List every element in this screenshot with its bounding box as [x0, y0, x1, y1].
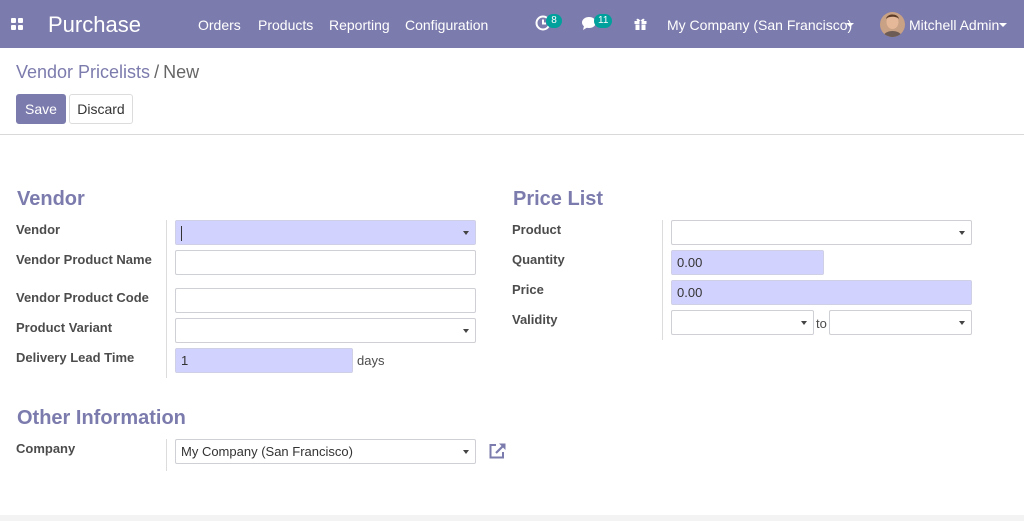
vendor-label-divider: [166, 220, 167, 378]
gift-icon[interactable]: [633, 16, 648, 31]
delivery-lead-time-label: Delivery Lead Time: [16, 350, 135, 365]
caret-down-icon: [463, 450, 469, 454]
vendor-label: Vendor: [16, 222, 61, 237]
caret-down-icon: [463, 329, 469, 333]
control-panel-divider: [0, 134, 1024, 135]
menu-configuration[interactable]: Configuration: [405, 17, 488, 33]
product-label: Product: [512, 222, 562, 237]
price-input[interactable]: 0.00: [671, 280, 972, 305]
discard-button[interactable]: Discard: [69, 94, 133, 124]
text-cursor: [181, 226, 182, 242]
company-label: Company: [16, 441, 76, 456]
menu-products[interactable]: Products: [258, 17, 313, 33]
quantity-label: Quantity: [512, 252, 565, 267]
external-link-icon[interactable]: [488, 442, 507, 460]
vendor-product-code-input[interactable]: [175, 288, 476, 313]
user-menu[interactable]: Mitchell Admin: [909, 17, 999, 33]
menu-orders[interactable]: Orders: [198, 17, 241, 33]
caret-down-icon: [959, 321, 965, 325]
quantity-input[interactable]: 0.00: [671, 250, 824, 275]
breadcrumb-current: New: [163, 62, 200, 82]
vendor-section-title: Vendor: [17, 188, 85, 210]
menu-reporting[interactable]: Reporting: [329, 17, 390, 33]
bottom-strip: [0, 515, 1024, 521]
vendor-product-code-label: Vendor Product Code: [16, 290, 149, 305]
validity-to-label: to: [816, 316, 827, 331]
pricelist-label-divider: [662, 220, 663, 340]
vendor-select[interactable]: [175, 220, 476, 245]
caret-down-icon[interactable]: [846, 23, 854, 27]
delivery-lead-time-unit: days: [357, 353, 385, 368]
product-select[interactable]: [671, 220, 972, 245]
avatar[interactable]: [880, 12, 905, 37]
caret-down-icon: [463, 231, 469, 235]
caret-down-icon: [959, 231, 965, 235]
activity-count-badge: 8: [546, 14, 562, 28]
breadcrumb-parent[interactable]: Vendor Pricelists: [16, 62, 150, 82]
company-switcher[interactable]: My Company (San Francisco): [667, 17, 852, 33]
other-info-section-title: Other Information: [17, 407, 186, 429]
company-value: My Company (San Francisco): [181, 444, 353, 459]
app-brand[interactable]: Purchase: [48, 12, 141, 38]
product-variant-label: Product Variant: [16, 320, 113, 335]
caret-down-icon: [801, 321, 807, 325]
apps-grid-icon[interactable]: [11, 18, 23, 30]
validity-label: Validity: [512, 312, 558, 327]
product-variant-select[interactable]: [175, 318, 476, 343]
breadcrumb-separator: /: [154, 62, 160, 82]
save-button[interactable]: Save: [16, 94, 66, 124]
breadcrumb: Vendor Pricelists / New: [16, 62, 199, 83]
other-label-divider: [166, 439, 167, 471]
messages-count-badge: 11: [594, 14, 613, 28]
vendor-product-name-input[interactable]: [175, 250, 476, 275]
caret-down-icon[interactable]: [999, 23, 1007, 27]
pricelist-section-title: Price List: [513, 188, 604, 210]
vendor-product-name-label: Vendor Product Name: [16, 252, 152, 267]
validity-from-date[interactable]: [671, 310, 814, 335]
price-label: Price: [512, 282, 544, 297]
delivery-lead-time-input[interactable]: 1: [175, 348, 353, 373]
company-select[interactable]: My Company (San Francisco): [175, 439, 476, 464]
top-navbar: Purchase Orders Products Reporting Confi…: [0, 0, 1024, 48]
validity-to-date[interactable]: [829, 310, 972, 335]
